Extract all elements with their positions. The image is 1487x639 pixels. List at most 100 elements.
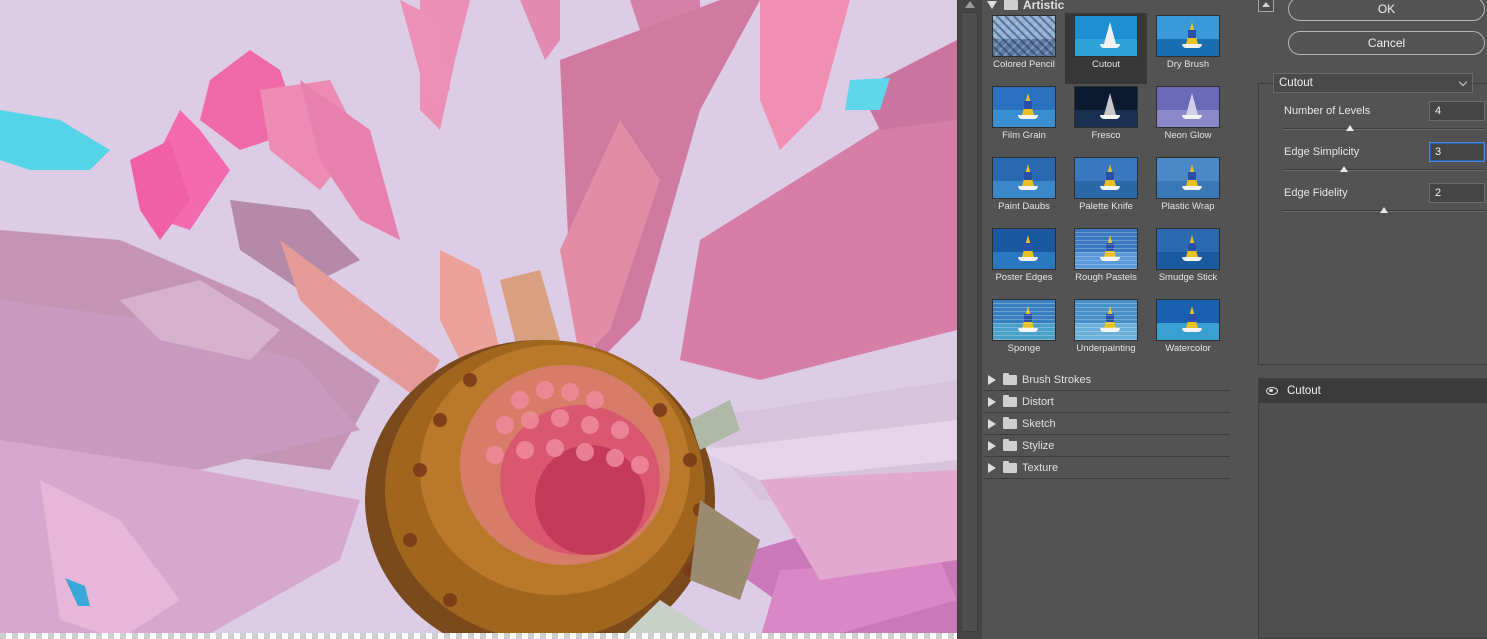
filter-thumb-smudge-stick[interactable]: Smudge Stick [1147,226,1229,297]
filter-dropdown[interactable]: Cutout [1273,73,1473,93]
param-input[interactable]: 4 [1429,101,1485,121]
filter-thumbnails: Colored Pencil Cutout Dry Brush Film Grain F… [983,13,1230,368]
preview-edge [0,633,957,639]
folder-icon [1003,460,1017,473]
category-label: Artistic [1023,0,1065,12]
filter-thumb-sponge[interactable]: Sponge [983,297,1065,368]
category-brush-strokes[interactable]: Brush Strokes [983,369,1230,391]
filter-gallery: Artistic Colored Pencil Cutout Dry Brush Fi… [983,0,1230,639]
filter-thumb-watercolor[interactable]: Watercolor [1147,297,1229,368]
filter-thumb-poster-edges[interactable]: Poster Edges [983,226,1065,297]
filter-preview-image [1156,299,1220,341]
filter-preview-image [992,228,1056,270]
category-label: Texture [1022,461,1059,474]
preview-image [0,0,957,639]
filter-preview-image [1074,299,1138,341]
filter-thumb-rough-pastels[interactable]: Rough Pastels [1065,226,1147,297]
filter-thumb-dry-brush[interactable]: Dry Brush [1147,13,1229,84]
ok-button[interactable]: OK [1288,0,1485,21]
chevron-right-icon [988,440,996,451]
filter-preview-image [1074,86,1138,128]
param-input[interactable]: 3 [1429,142,1485,162]
filter-preview-image [992,157,1056,199]
param-label: Number of Levels [1284,105,1371,117]
effect-layer-row[interactable]: Cutout [1259,379,1487,403]
category-texture[interactable]: Texture [983,457,1230,479]
filter-preview-image [1156,86,1220,128]
category-label: Sketch [1022,417,1056,430]
filter-preview-image [992,86,1056,128]
folder-icon [1003,438,1017,451]
filter-thumb-label: Rough Pastels [1075,272,1137,283]
filter-thumb-label: Smudge Stick [1158,272,1218,283]
effect-layers: Cutout [1258,378,1487,639]
category-label: Brush Strokes [1022,373,1092,386]
slider-knob[interactable] [1339,166,1348,172]
filter-thumb-label: Colored Pencil [993,59,1055,70]
filter-preview-image [1074,15,1138,57]
gallery-scrollbar[interactable] [957,0,982,639]
param-label: Edge Fidelity [1284,187,1348,199]
filter-thumb-palette-knife[interactable]: Palette Knife [1065,155,1147,226]
filter-gallery-dialog: Artistic Colored Pencil Cutout Dry Brush Fi… [0,0,1487,639]
filter-preview-image [1074,157,1138,199]
param-label: Edge Simplicity [1284,146,1360,158]
param-input[interactable]: 2 [1429,183,1485,203]
chevron-down-icon [1458,77,1468,87]
filter-thumb-label: Poster Edges [995,272,1053,283]
effect-layer-label: Cutout [1287,385,1321,397]
filter-thumb-label: Watercolor [1165,343,1211,354]
filter-preview-image [1156,157,1220,199]
folder-icon [1003,416,1017,429]
filter-thumb-label: Dry Brush [1166,59,1210,70]
filter-preview-image [992,299,1056,341]
filter-thumb-label: Palette Knife [1079,201,1133,212]
filter-thumb-label: Paint Daubs [998,201,1050,212]
filter-thumb-label: Fresco [1091,130,1121,141]
filter-thumb-plastic-wrap[interactable]: Plastic Wrap [1147,155,1229,226]
slider-knob[interactable] [1380,207,1388,213]
category-stylize[interactable]: Stylize [983,435,1230,457]
filter-thumb-label: Plastic Wrap [1161,201,1215,212]
gallery-empty-area [983,480,1230,639]
filter-thumb-label: Film Grain [1002,130,1046,141]
filter-preview-image [1156,228,1220,270]
filter-preview-image [1156,15,1220,57]
filter-dropdown-value: Cutout [1279,77,1313,89]
chevron-right-icon [988,374,996,385]
chevron-right-icon [988,418,996,429]
filter-thumb-label: Sponge [1007,343,1041,354]
preview-canvas[interactable] [0,0,957,639]
filter-thumb-label: Neon Glow [1164,130,1212,141]
param-slider[interactable] [1283,128,1485,130]
folder-icon [1003,372,1017,385]
category-distort[interactable]: Distort [983,391,1230,413]
eye-icon[interactable] [1266,387,1278,395]
param-slider[interactable] [1283,169,1485,171]
chevron-right-icon [988,396,996,407]
folder-icon [1003,394,1017,407]
filter-thumb-colored-pencil[interactable]: Colored Pencil [983,13,1065,84]
filter-thumb-label: Cutout [1092,59,1120,70]
filter-thumb-film-grain[interactable]: Film Grain [983,84,1065,155]
slider-knob[interactable] [1346,125,1355,131]
category-label: Distort [1022,395,1054,408]
filter-options-box [1258,83,1487,365]
category-sketch[interactable]: Sketch [983,413,1230,435]
filter-thumb-cutout[interactable]: Cutout [1065,13,1147,84]
filter-preview-image [1074,228,1138,270]
filter-preview-image [992,15,1056,57]
settings-panel: OK Cancel Cutout Number of Levels 4 Edge S… [1231,0,1487,639]
scrollbar-track[interactable] [961,12,978,632]
scroll-up-icon[interactable] [965,1,975,8]
chevron-down-icon [987,1,997,9]
category-label: Stylize [1022,439,1055,452]
filter-thumb-label: Underpainting [1076,343,1136,354]
filter-thumb-underpainting[interactable]: Underpainting [1065,297,1147,368]
cancel-button[interactable]: Cancel [1288,31,1485,55]
filter-thumb-fresco[interactable]: Fresco [1065,84,1147,155]
chevron-right-icon [988,462,996,473]
collapse-gallery-button[interactable] [1258,0,1274,12]
filter-thumb-neon-glow[interactable]: Neon Glow [1147,84,1229,155]
filter-thumb-paint-daubs[interactable]: Paint Daubs [983,155,1065,226]
